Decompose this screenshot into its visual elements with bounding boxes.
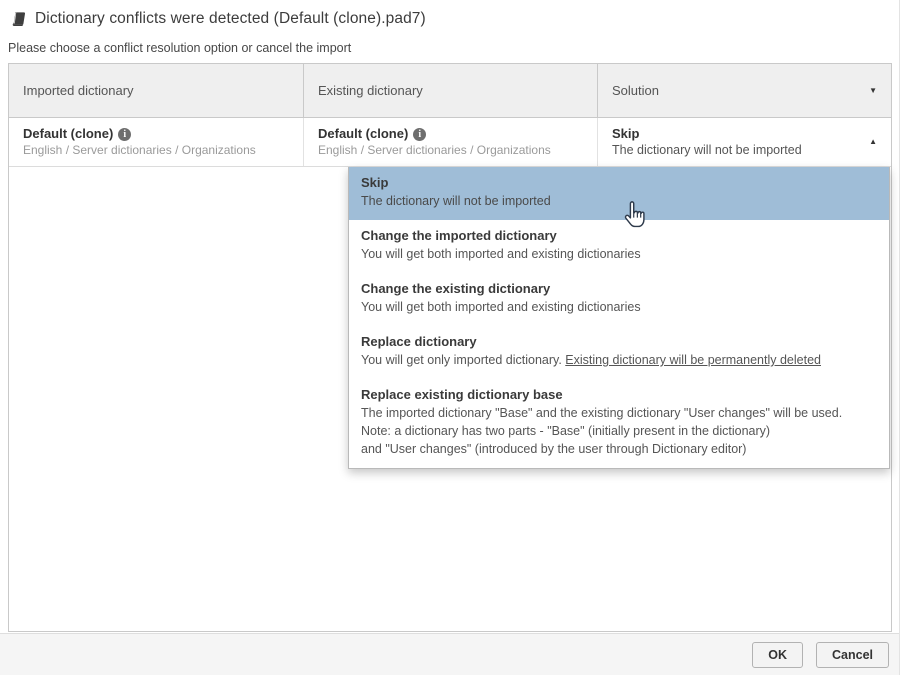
ok-button[interactable]: OK [752, 641, 803, 668]
column-header-imported: Imported dictionary [9, 64, 303, 117]
solution-dropdown-menu: Skip The dictionary will not be imported… [348, 167, 890, 469]
dropdown-option-change-imported[interactable]: Change the imported dictionary You will … [349, 220, 889, 273]
dictionary-conflicts-dialog: Dictionary conflicts were detected (Defa… [0, 0, 900, 675]
column-header-existing: Existing dictionary [303, 64, 597, 117]
dropdown-option-replace-base[interactable]: Replace existing dictionary base The imp… [349, 379, 889, 468]
permanently-deleted-warning: Existing dictionary will be permanently … [565, 353, 821, 367]
dialog-subtitle: Please choose a conflict resolution opti… [8, 41, 352, 55]
column-header-solution: Solution ▼ [597, 64, 891, 117]
solution-header-caret-down-icon[interactable]: ▼ [869, 86, 877, 95]
info-icon[interactable]: i [413, 128, 427, 141]
existing-dictionary-cell: Default (clone) i English / Server dictio… [303, 118, 597, 166]
cancel-button[interactable]: Cancel [816, 641, 889, 668]
book-icon [12, 12, 26, 27]
table-header-row: Imported dictionary Existing dictionary … [9, 64, 891, 118]
existing-dictionary-path: English / Server dictionaries / Organiza… [318, 143, 551, 157]
dialog-title: Dictionary conflicts were detected (Defa… [35, 10, 426, 27]
column-header-existing-label: Existing dictionary [318, 83, 423, 98]
conflict-row: Default (clone) i English / Server dictio… [9, 118, 891, 167]
solution-select[interactable]: Skip The dictionary will not be imported… [597, 118, 891, 166]
column-header-imported-label: Imported dictionary [23, 83, 134, 98]
solution-selected-value: Skip [612, 126, 640, 141]
solution-selected-desc: The dictionary will not be imported [612, 143, 802, 157]
dropdown-option-skip[interactable]: Skip The dictionary will not be imported [349, 167, 889, 220]
dialog-footer: OK Cancel [0, 633, 899, 675]
imported-dictionary-path: English / Server dictionaries / Organiza… [23, 143, 256, 157]
column-header-solution-label: Solution [612, 83, 659, 98]
imported-dictionary-name: Default (clone) i [23, 125, 289, 142]
imported-dictionary-cell: Default (clone) i English / Server dictio… [9, 118, 303, 166]
dropdown-option-replace[interactable]: Replace dictionary You will get only imp… [349, 326, 889, 379]
dialog-title-bar: Dictionary conflicts were detected (Defa… [10, 10, 426, 28]
dropdown-option-change-existing[interactable]: Change the existing dictionary You will … [349, 273, 889, 326]
solution-caret-up-icon[interactable]: ▲ [869, 138, 877, 146]
info-icon[interactable]: i [118, 128, 132, 141]
existing-dictionary-name: Default (clone) i [318, 125, 583, 142]
